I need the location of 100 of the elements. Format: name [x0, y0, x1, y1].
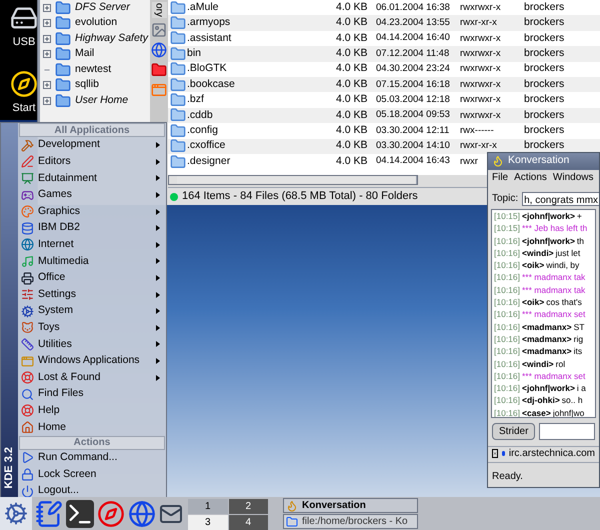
menu-item[interactable]: IBM DB2: [38, 220, 152, 236]
server-tab[interactable]: irc.arstechnica.com: [508, 446, 595, 461]
folder-icon: [170, 76, 186, 93]
folder-icon[interactable]: [151, 62, 167, 78]
menu-item[interactable]: Settings: [38, 286, 152, 303]
file-name: .BloGTK: [186, 61, 228, 76]
nick-name: <johnf|work>: [522, 210, 575, 223]
nick-button[interactable]: Strider: [492, 423, 536, 440]
file-date: 04.14.2004 16:40: [376, 31, 451, 46]
nick-name: <johnf|work>: [522, 234, 575, 248]
menu-item[interactable]: Internet: [38, 236, 152, 253]
nick-name: <windi>: [522, 246, 554, 260]
task-button[interactable]: Konversation: [283, 498, 418, 513]
tree-item[interactable]: sqllib: [75, 77, 99, 94]
menu-item[interactable]: Toys: [38, 320, 152, 336]
message-text: windi, by: [546, 259, 580, 272]
menu-item[interactable]: Development: [38, 137, 152, 154]
topic-field[interactable]: h, congrats mmx: [522, 192, 599, 206]
nick-name: <madmanx>: [522, 320, 572, 334]
file-size: 4.0 KB: [336, 30, 369, 46]
globe-icon[interactable]: [151, 42, 167, 58]
timestamp: [10:16]: [494, 358, 520, 370]
tree-item[interactable]: Mail: [75, 46, 94, 62]
expand-icon[interactable]: [43, 34, 51, 43]
file-size: 4.0 KB: [336, 76, 369, 92]
menu-item[interactable]: Windows: [552, 170, 594, 185]
compass-icon[interactable]: [10, 70, 38, 98]
nick-name: <johnf|work>: [522, 382, 575, 395]
desktop-icon-label[interactable]: Start: [12, 100, 36, 116]
menu-item[interactable]: System: [38, 303, 152, 320]
menu-item[interactable]: Multimedia: [38, 254, 152, 270]
timestamp: [10:16]: [494, 234, 520, 248]
timestamp: [10:16]: [494, 394, 520, 408]
tree-item[interactable]: evolution: [75, 15, 118, 32]
timestamp: [10:16]: [494, 284, 520, 296]
chalkboard-icon: [21, 172, 34, 185]
message-text: cos that's: [546, 296, 582, 309]
file-date: 03.30.2004 14:10: [376, 139, 451, 154]
folder-icon: [55, 0, 71, 16]
menu-item[interactable]: Editors: [38, 154, 152, 170]
gamepad-icon: [21, 188, 34, 202]
sidebar-tab[interactable]: ory: [152, 2, 166, 18]
expand-icon[interactable]: [43, 4, 51, 12]
menu-item[interactable]: Logout...: [38, 483, 163, 500]
task-button[interactable]: file:/home/brockers - Ko: [283, 514, 418, 529]
file-size: 4.0 KB: [336, 154, 369, 169]
menu-item[interactable]: Windows Applications: [38, 353, 152, 369]
file-date: 07.15.2004 16:18: [376, 78, 451, 92]
globe-icon[interactable]: [128, 500, 156, 528]
tree-item[interactable]: DFS Server: [75, 0, 130, 16]
kde-gear-icon[interactable]: [0, 497, 32, 530]
expand-icon[interactable]: [43, 50, 51, 58]
message-text: rol: [556, 358, 566, 370]
close-icon[interactable]: [492, 449, 498, 458]
menu-item[interactable]: File: [492, 170, 508, 185]
desktop-pager-cell[interactable]: 1: [188, 499, 228, 514]
expand-icon[interactable]: [43, 96, 51, 105]
menu-section-header: Actions: [19, 436, 165, 450]
menu-item[interactable]: Office: [38, 270, 152, 286]
menu-item[interactable]: Lost & Found: [38, 370, 152, 386]
timestamp: [10:16]: [494, 332, 520, 346]
nick-name: <madmanx>: [522, 345, 572, 358]
folder-icon: [55, 46, 71, 62]
menu-item[interactable]: Graphics: [38, 204, 152, 220]
expand-icon[interactable]: [43, 19, 51, 28]
folder-icon: [170, 122, 186, 139]
notepad-icon[interactable]: [35, 500, 63, 528]
desktop-pager-cell[interactable]: 4: [228, 515, 268, 530]
desktop-icon-label[interactable]: USB: [12, 34, 36, 50]
file-name: bin: [186, 46, 202, 61]
terminal-icon[interactable]: [66, 500, 94, 528]
event-text: *** madmanx set: [522, 308, 586, 322]
menu-item[interactable]: Edutainment: [38, 170, 152, 186]
menu-item[interactable]: Help: [38, 402, 163, 419]
desktop-pager-cell[interactable]: 3: [188, 515, 228, 530]
folder-icon: [170, 107, 186, 124]
file-permissions: rwxrwxr-x: [460, 110, 501, 121]
expand-icon[interactable]: [43, 81, 51, 90]
desktop-pager-cell[interactable]: 2: [228, 499, 268, 514]
nick-name: <oik>: [522, 259, 544, 272]
folder-icon: [55, 15, 71, 32]
picture-icon[interactable]: [151, 22, 167, 38]
menu-item[interactable]: Games: [38, 187, 152, 203]
file-permissions: rwxrwxr-x: [460, 78, 501, 90]
menu-item[interactable]: Lock Screen: [38, 466, 163, 482]
menu-item[interactable]: Actions: [514, 170, 547, 185]
menu-item[interactable]: Find Files: [38, 386, 163, 402]
menu-item[interactable]: Home: [38, 420, 163, 436]
message-text: ST: [574, 320, 584, 334]
tree-item[interactable]: newtest: [75, 62, 112, 78]
horizontal-scrollbar[interactable]: [168, 175, 418, 185]
message-text: +: [576, 210, 582, 223]
tree-item[interactable]: User Home: [75, 92, 128, 109]
tree-item[interactable]: Highway Safety: [75, 30, 148, 47]
timestamp: [10:16]: [494, 320, 520, 334]
message-input[interactable]: [539, 423, 595, 440]
menu-item[interactable]: Run Command...: [38, 450, 163, 466]
file-date: 04.14.2004 16:43: [376, 154, 451, 168]
message-text: its: [574, 345, 582, 358]
menu-item[interactable]: Utilities: [38, 336, 152, 352]
